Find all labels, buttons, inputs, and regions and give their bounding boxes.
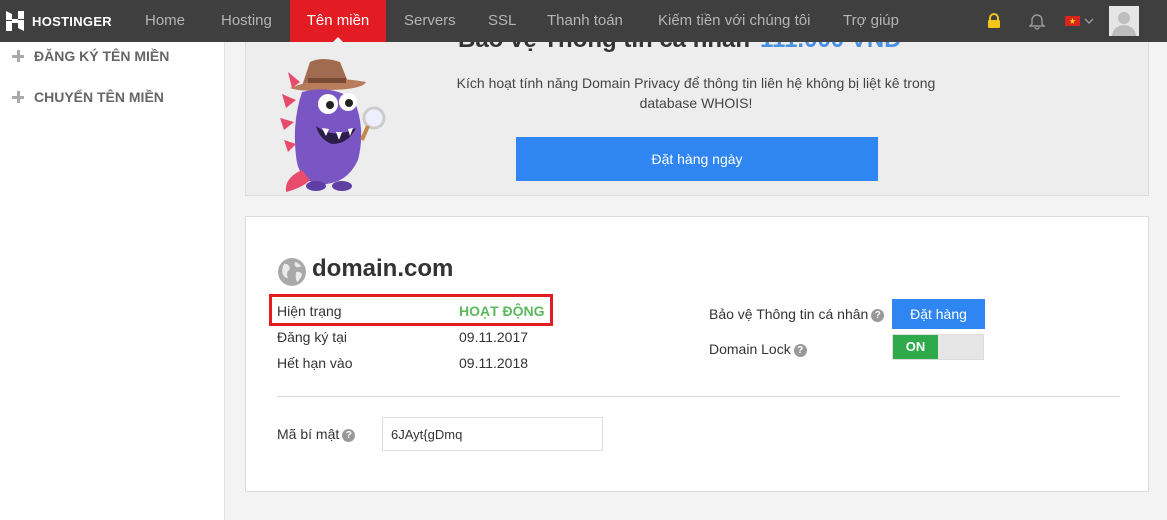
domain-name: domain.com	[312, 255, 454, 282]
order-now-button[interactable]: Đặt hàng ngày	[516, 137, 878, 181]
globe-icon	[278, 258, 306, 286]
promo-title-text: Bảo vệ Thông tin cá nhân	[458, 42, 750, 53]
nav-hosting[interactable]: Hosting	[221, 0, 272, 42]
registered-value: 09.11.2017	[459, 329, 529, 345]
lock-icon[interactable]	[985, 0, 1003, 42]
avatar-icon[interactable]	[1108, 0, 1139, 42]
hostinger-logo-icon	[6, 11, 24, 31]
domain-lock-toggle[interactable]: ON	[892, 334, 984, 360]
sidebar-item-label: ĐĂNG KÝ TÊN MIỀN	[34, 48, 170, 64]
registered-label: Đăng ký tại	[277, 329, 348, 345]
nav-ssl[interactable]: SSL	[488, 0, 516, 42]
privacy-protection-text: Bảo vệ Thông tin cá nhân	[709, 306, 869, 322]
chevron-down-icon[interactable]	[1083, 0, 1095, 42]
divider	[277, 396, 1120, 397]
promo-title: Bảo vệ Thông tin cá nhân 111.000 VND	[458, 42, 901, 54]
nav-home[interactable]: Home	[145, 0, 185, 42]
sidebar-item-transfer-domain[interactable]: CHUYỂN TÊN MIỀN	[12, 85, 164, 109]
bell-icon[interactable]	[1028, 0, 1046, 42]
privacy-order-button[interactable]: Đặt hàng	[892, 299, 985, 329]
promo-description: Kích hoạt tính năng Domain Privacy để th…	[456, 75, 936, 111]
auth-code-label: Mã bí mật?	[277, 426, 356, 442]
nav-billing[interactable]: Thanh toán	[547, 0, 623, 42]
privacy-protection-label: Bảo vệ Thông tin cá nhân?	[709, 306, 885, 322]
sidebar-item-label: CHUYỂN TÊN MIỀN	[34, 89, 164, 105]
domain-lock-text: Domain Lock	[709, 341, 791, 357]
help-icon[interactable]: ?	[793, 343, 807, 357]
expires-label: Hết hạn vào	[277, 355, 353, 371]
hostinger-logo[interactable]: HOSTINGER	[0, 0, 112, 42]
nav-domains[interactable]: Tên miền	[290, 0, 386, 43]
domain-lock-label: Domain Lock?	[709, 341, 807, 357]
nav-servers[interactable]: Servers	[404, 0, 456, 42]
auth-code-text: Mã bí mật	[277, 426, 340, 442]
sidebar: ĐĂNG KÝ TÊN MIỀN CHUYỂN TÊN MIỀN	[0, 42, 225, 520]
privacy-promo-panel: Bảo vệ Thông tin cá nhân 111.000 VND Kích…	[245, 42, 1149, 196]
help-icon[interactable]: ?	[871, 308, 885, 322]
status-value: HOẠT ĐỘNG	[459, 303, 545, 319]
nav-help[interactable]: Trợ giúp	[843, 0, 899, 42]
toggle-on-label: ON	[893, 335, 938, 359]
sidebar-item-register-domain[interactable]: ĐĂNG KÝ TÊN MIỀN	[12, 44, 169, 68]
top-navbar: HOSTINGER Home Hosting Tên miền Servers …	[0, 0, 1167, 43]
nav-affiliate[interactable]: Kiếm tiền với chúng tôi	[658, 0, 810, 42]
expires-value: 09.11.2018	[459, 355, 529, 371]
domain-details-card: domain.com Hiện trạng HOẠT ĐỘNG Đăng ký …	[245, 216, 1149, 492]
mascot-illustration	[280, 59, 386, 192]
plus-icon	[12, 50, 24, 62]
vietnam-flag-icon[interactable]	[1064, 0, 1080, 42]
help-icon[interactable]: ?	[342, 428, 356, 442]
promo-price: 111.000 VND	[760, 42, 901, 53]
status-label: Hiện trạng	[277, 303, 342, 319]
logo-text: HOSTINGER	[32, 13, 112, 29]
plus-icon	[12, 91, 24, 103]
auth-code-field[interactable]	[382, 417, 603, 451]
